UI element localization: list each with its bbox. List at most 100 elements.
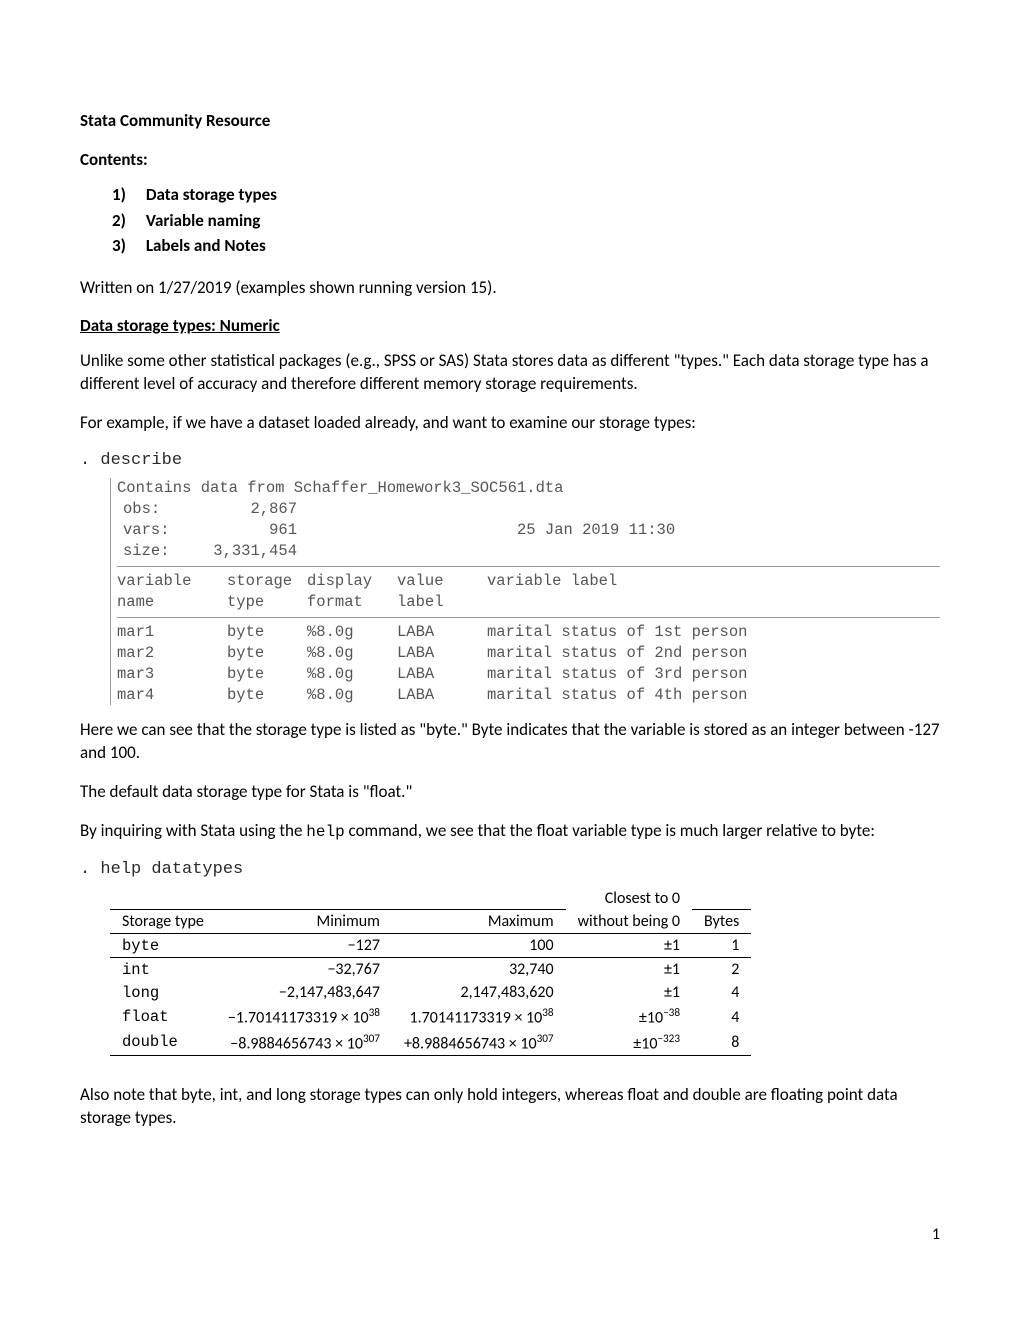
command-help-datatypes: . help datatypes [80,860,940,879]
table-row: double −8.9884656743 × 10307 +8.98846567… [110,1030,751,1056]
table-row: int −32,767 32,740 ±1 2 [110,958,751,982]
paragraph: The default data storage type for Stata … [80,781,940,804]
dt-type: long [110,981,216,1004]
dt-min: −1.70141173319 × 1038 [216,1004,392,1029]
dt-type: byte [110,934,216,958]
datatypes-table: Closest to 0 Storage type Minimum Maximu… [110,887,751,1056]
col-header [692,887,751,910]
toc-num: 2) [112,208,142,234]
value-label: LABA [397,685,487,706]
table-row: mar2 byte %8.0g LABA marital status of 2… [117,643,940,664]
col-header [110,887,216,910]
storage-type: byte [227,685,307,706]
dt-max: 32,740 [392,958,566,982]
dt-close: ±10−323 [566,1030,692,1056]
var-name: mar1 [117,622,227,643]
dt-type: int [110,958,216,982]
table-row: mar3 byte %8.0g LABA marital status of 3… [117,664,940,685]
dt-max: 2,147,483,620 [392,981,566,1004]
storage-type: byte [227,643,307,664]
display-format: %8.0g [307,664,397,685]
col-header: display format [307,571,397,613]
toc-label: Variable naming [146,210,261,231]
dt-min: −2,147,483,647 [216,981,392,1004]
dt-bytes: 8 [692,1030,751,1056]
variable-label: marital status of 3rd person [487,664,940,685]
col-header: variable label [487,571,940,613]
paragraph: For example, if we have a dataset loaded… [80,412,940,435]
stata-contains-line: Contains data from Schaffer_Homework3_SO… [117,478,940,499]
dt-bytes: 2 [692,958,751,982]
dt-bytes: 4 [692,1004,751,1029]
dt-type: double [110,1030,216,1056]
col-header [392,887,566,910]
dt-close: ±1 [566,934,692,958]
page-title: Stata Community Resource [80,110,940,131]
text-fragment: By inquiring with Stata using the [80,820,306,841]
col-header: Storage type [110,910,216,934]
variable-label: marital status of 4th person [487,685,940,706]
stata-output-describe: Contains data from Schaffer_Homework3_SO… [110,478,940,705]
toc-label: Data storage types [146,184,277,205]
value-label: LABA [397,622,487,643]
obs-value: 2,867 [197,499,297,520]
col-header: Maximum [392,910,566,934]
col-header: Bytes [692,910,751,934]
inline-code: help [306,823,344,841]
page-number: 1 [932,1225,940,1244]
value-label: LABA [397,664,487,685]
value-label: LABA [397,643,487,664]
toc-label: Labels and Notes [146,235,266,256]
paragraph: Here we can see that the storage type is… [80,719,940,765]
toc-item: 3) Labels and Notes [112,233,940,259]
var-name: mar3 [117,664,227,685]
dt-close: ±1 [566,958,692,982]
table-row: byte −127 100 ±1 1 [110,934,751,958]
stata-date: 25 Jan 2019 11:30 [297,520,940,541]
table-row: mar1 byte %8.0g LABA marital status of 1… [117,622,940,643]
dt-close: ±1 [566,981,692,1004]
dt-bytes: 4 [692,981,751,1004]
obs-label: obs: [117,499,197,520]
size-label: size: [117,541,197,562]
table-row: float −1.70141173319 × 1038 1.7014117331… [110,1004,751,1029]
table-row: long −2,147,483,647 2,147,483,620 ±1 4 [110,981,751,1004]
contents-label: Contents: [80,149,940,170]
paragraph: By inquiring with Stata using the help c… [80,820,940,844]
col-header: storage type [227,571,307,613]
dt-min: −127 [216,934,392,958]
col-header: without being 0 [566,910,692,934]
table-of-contents: 1) Data storage types 2) Variable naming… [112,182,940,259]
toc-num: 1) [112,182,142,208]
col-header: Minimum [216,910,392,934]
dt-min: −8.9884656743 × 10307 [216,1030,392,1056]
toc-item: 1) Data storage types [112,182,940,208]
display-format: %8.0g [307,643,397,664]
col-header: variable name [117,571,227,613]
paragraph: Unlike some other statistical packages (… [80,350,940,396]
dt-max: +8.9884656743 × 10307 [392,1030,566,1056]
text-fragment: command, we see that the float variable … [345,820,875,841]
col-header [216,887,392,910]
dt-min: −32,767 [216,958,392,982]
display-format: %8.0g [307,685,397,706]
dt-type: float [110,1004,216,1029]
col-header: Closest to 0 [566,887,692,910]
dt-max: 100 [392,934,566,958]
paragraph: Also note that byte, int, and long stora… [80,1084,940,1130]
table-row: mar4 byte %8.0g LABA marital status of 4… [117,685,940,706]
storage-type: byte [227,622,307,643]
written-on: Written on 1/27/2019 (examples shown run… [80,277,940,300]
display-format: %8.0g [307,622,397,643]
section-heading: Data storage types: Numeric [80,315,940,336]
variable-label: marital status of 1st person [487,622,940,643]
toc-num: 3) [112,233,142,259]
col-header: value label [397,571,487,613]
toc-item: 2) Variable naming [112,208,940,234]
dt-bytes: 1 [692,934,751,958]
storage-type: byte [227,664,307,685]
variable-label: marital status of 2nd person [487,643,940,664]
dt-max: 1.70141173319 × 1038 [392,1004,566,1029]
var-name: mar2 [117,643,227,664]
size-value: 3,331,454 [197,541,297,562]
